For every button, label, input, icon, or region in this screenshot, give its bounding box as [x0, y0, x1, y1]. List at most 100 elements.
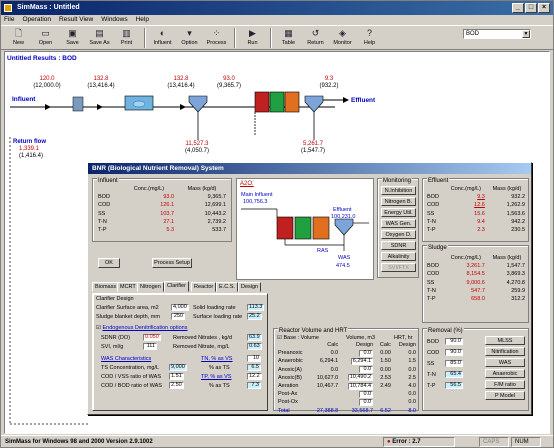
option-button[interactable]: ▾ Option	[176, 26, 203, 50]
removed-nitrate-label: Removed Nitrate, mg/L	[173, 344, 230, 350]
tab-biomass[interactable]: Biomass	[92, 282, 120, 292]
maximize-button[interactable]: □	[525, 3, 537, 13]
removal-input[interactable]: 85.0	[445, 360, 463, 367]
process-button[interactable]: ⁘ Process	[203, 26, 230, 50]
cod-vss-input[interactable]: 1.51	[169, 373, 184, 380]
table-row: COD 12.6 1,262.9	[425, 201, 527, 209]
nitrogen-b-button[interactable]: Nitrogen B.	[381, 197, 416, 206]
chevron-down-icon[interactable]: ▼	[522, 30, 530, 38]
cod-bod-label: COD / BOD ratio of WAS	[101, 383, 162, 389]
removal-input[interactable]: 90.0	[445, 349, 463, 356]
flow-arrow	[97, 104, 103, 110]
vol-design-input[interactable]: 0.0	[359, 349, 374, 357]
menu-operation[interactable]: Operation	[22, 15, 51, 25]
hrt-design: 2.5	[408, 374, 416, 381]
mlss-button[interactable]: MLSS	[485, 336, 525, 345]
svi-input[interactable]: 111	[143, 343, 157, 350]
conc-value: 8,154.5	[466, 271, 485, 278]
calc-header: Calc	[327, 342, 339, 349]
bnr-schematic	[241, 208, 369, 251]
endo-label: Endogenous Denitrification options	[102, 325, 188, 331]
hrt-calc: 1.50	[380, 358, 391, 365]
oxygen-d-button[interactable]: Oxygen D.	[381, 230, 416, 239]
open-button[interactable]: ▭ Open	[32, 26, 59, 50]
flow-value: (13,416.4)	[87, 83, 115, 89]
depth-label: Sludge blanket depth, mm	[96, 314, 160, 320]
alkalinity-button[interactable]: Alkalinity	[381, 252, 416, 261]
return-button[interactable]: ↺ Return	[302, 26, 329, 50]
process-setup-button[interactable]: Process Setup	[152, 258, 192, 268]
tab-nitrogen[interactable]: Nitrogen	[137, 282, 164, 292]
checkbox-icon[interactable]: ☑	[96, 325, 101, 331]
design-header: Design	[356, 342, 374, 349]
unit-select[interactable]: BOD ▼	[463, 29, 531, 39]
conc-value: 9.4	[477, 218, 485, 225]
vol-design-input[interactable]: 0.0	[359, 398, 374, 406]
tab-clarifier[interactable]: Clarifier	[164, 281, 189, 292]
help-button[interactable]: ? Help	[356, 26, 383, 50]
tab-mcrt[interactable]: MCRT	[117, 282, 139, 292]
table-row: Anoxic(A) 0.0 0.0 0.00 0.0	[276, 366, 418, 374]
save-button[interactable]: ▣ Save	[59, 26, 86, 50]
toolbar-separator	[234, 28, 235, 48]
vol-design-input[interactable]: 10,490.2	[347, 374, 374, 382]
energy-util-button[interactable]: Energy Util.	[381, 208, 416, 217]
vol-design-input[interactable]: 0.0	[359, 390, 374, 398]
removal-input[interactable]: 90.0	[445, 338, 463, 345]
nitrification-button[interactable]: Nitrification	[485, 347, 525, 356]
minimize-button[interactable]: _	[512, 3, 524, 13]
depth-input[interactable]: 250	[171, 313, 185, 320]
monitor-button[interactable]: ◈ Monitor	[329, 26, 356, 50]
option-icon: ▾	[187, 28, 192, 38]
removal-label: SS	[427, 361, 435, 367]
menu-windows[interactable]: Windows	[101, 15, 127, 25]
ok-button[interactable]: OK	[98, 258, 120, 268]
removal-value: 56.5	[445, 382, 463, 389]
vol-design-input[interactable]: 6,294.1	[350, 357, 374, 365]
was-label: WAS	[338, 255, 351, 261]
tab-ecs[interactable]: E.C.S.	[216, 282, 238, 292]
sdnr-input[interactable]: 0.050	[143, 334, 161, 341]
svi-ftx-button[interactable]: SVI/FTX	[381, 263, 416, 272]
was-button[interactable]: WAS	[485, 358, 525, 367]
menu-file[interactable]: File	[4, 15, 14, 25]
tab-design[interactable]: Design	[238, 282, 262, 292]
ts-label: TS Concentration, mg/L	[101, 365, 160, 371]
reactor-label: Post-Ax	[278, 391, 298, 398]
save-as-button[interactable]: ▤ Save As	[86, 26, 113, 50]
mass-value: 12,699.1	[204, 202, 226, 209]
new-file-icon: 🗋	[14, 28, 23, 38]
table-row: Aeration 10,467.7 10,784.4 2.49 4.0	[276, 382, 418, 390]
fm-ratio-button[interactable]: F/M ratio	[485, 380, 525, 389]
table-row: BOD 93.0 9,365.7	[96, 193, 228, 201]
influent-button[interactable]: ◐ Influent	[149, 26, 176, 50]
tn-vs-input[interactable]: 10	[247, 355, 261, 362]
menu-help[interactable]: Help	[136, 15, 149, 25]
anaerobic-button[interactable]: Anaerobic	[485, 369, 525, 378]
print-button[interactable]: ▥ Print	[113, 26, 140, 50]
close-button[interactable]: ×	[538, 3, 550, 13]
new-button[interactable]: 🗋 New	[5, 26, 32, 50]
cod-bod-input[interactable]: 2.50	[169, 382, 184, 389]
endo-checkbox-row[interactable]: ☑ Endogenous Denitrification options	[96, 325, 187, 331]
tab-reactor[interactable]: Reactor	[191, 282, 217, 292]
p-model-button[interactable]: P Model	[485, 391, 525, 400]
vol-design-input[interactable]: 10,784.4	[347, 382, 374, 390]
was-char-title: WAS Characteristics	[101, 356, 152, 362]
run-button[interactable]: ▶ Run	[239, 26, 266, 50]
area-input[interactable]: 4,000	[171, 304, 189, 311]
was-gen-button[interactable]: WAS Gen.	[381, 219, 416, 228]
tp-vs-input[interactable]: 12.2	[247, 373, 262, 380]
table-row: SS 9,000.6 4,270.8	[425, 279, 527, 287]
sdnr-button[interactable]: SDNR	[381, 241, 416, 250]
app-window: SimMass : Untitled _ □ × File Operation …	[0, 0, 554, 448]
col-header: Conc.(mg/L)	[450, 255, 482, 262]
sludge-group-title: Sludge	[427, 245, 448, 251]
conc-value: 2.3	[477, 227, 485, 234]
n-inhibition-button[interactable]: N.Inhibition	[381, 186, 416, 195]
flow-value: 9.3	[324, 76, 334, 82]
return-flow-label: Return flow	[13, 139, 46, 145]
vol-design-input[interactable]: 0.0	[359, 366, 374, 374]
menu-result-view[interactable]: Result View	[59, 15, 93, 25]
table-button[interactable]: ▦ Table	[275, 26, 302, 50]
